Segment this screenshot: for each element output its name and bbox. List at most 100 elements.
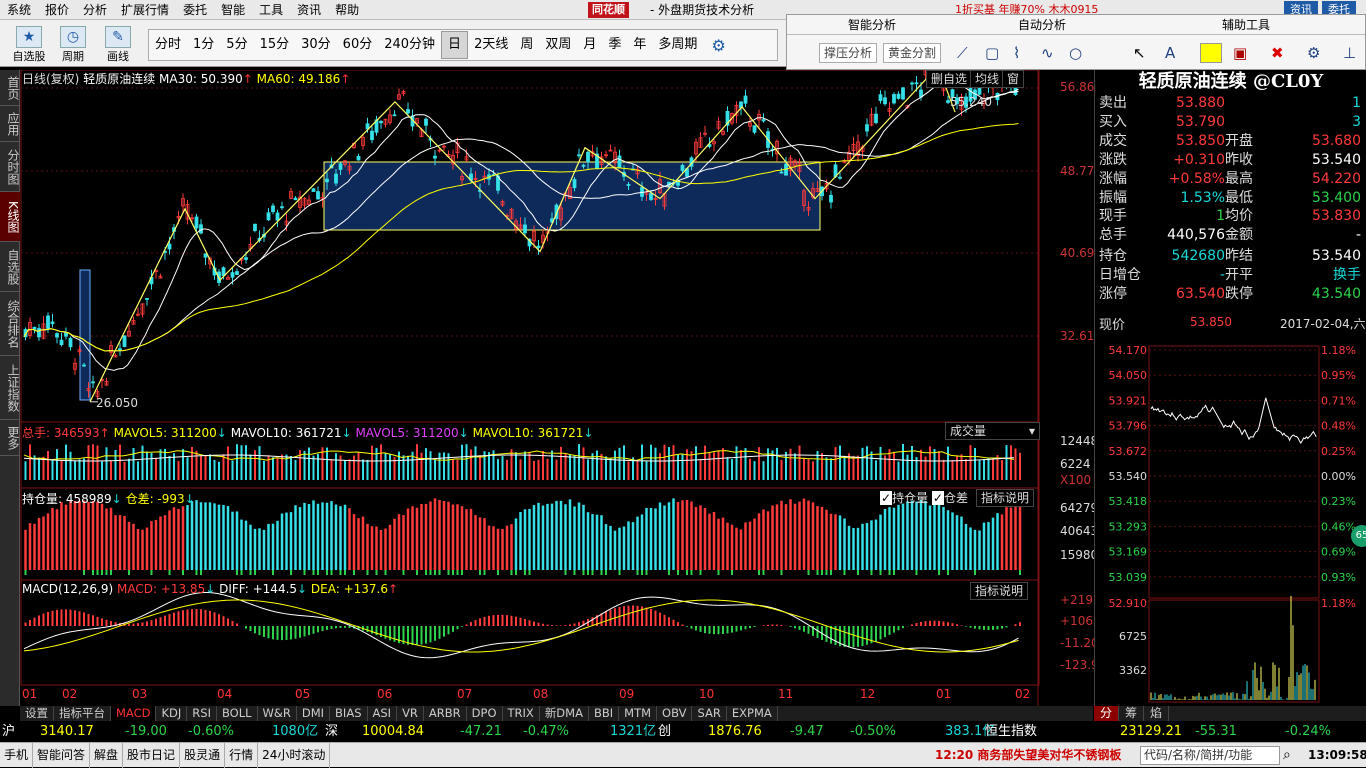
side-tab[interactable]: 首页 [0, 70, 20, 106]
period-tab[interactable]: 15分 [254, 30, 296, 60]
news-ticker[interactable]: 12:20 商务部失望美对华不锈钢板 [935, 743, 1121, 768]
indicator-tab[interactable]: RSI [187, 706, 217, 721]
period-tab[interactable]: 周 [514, 30, 539, 60]
candle-body [356, 156, 361, 161]
candle-body [829, 194, 833, 203]
indicator-tab[interactable]: EXPMA [727, 706, 778, 721]
indicator-tab[interactable]: MTM [619, 706, 658, 721]
oi-help-button[interactable]: 指标说明 [976, 489, 1035, 507]
indicator-tab[interactable]: 指标平台 [54, 706, 111, 721]
support-resistance-button[interactable]: 撑压分析 [819, 43, 878, 63]
menu-item[interactable]: 智能 [214, 0, 252, 20]
bottom-link[interactable]: 行情 [225, 743, 259, 768]
kline-chart[interactable] [20, 70, 1093, 706]
side-tab[interactable]: K线图 [0, 192, 20, 242]
menu-item[interactable]: 扩展行情 [114, 0, 176, 20]
period-button[interactable]: ◷ 周期 [52, 24, 94, 66]
indicator-tab[interactable]: DPO [467, 706, 503, 721]
bottom-link[interactable]: 股灵通 [180, 743, 226, 768]
intraday-chart[interactable]: 54.170 1.18% 54.050 0.95% 53.921 0.71% 53.796 0… [1095, 338, 1366, 704]
checkbox-icon[interactable]: ✓ [880, 491, 893, 505]
menu-item[interactable]: 分析 [76, 0, 114, 20]
indicator-tab[interactable]: VR [397, 706, 424, 721]
period-tab[interactable]: 240分钟 [378, 30, 441, 60]
cursor-icon[interactable]: ↖ [1133, 43, 1146, 63]
macd-help-button[interactable]: 指标说明 [970, 582, 1029, 600]
indicator-tab[interactable]: 设置 [20, 706, 54, 721]
bottom-link[interactable]: 解盘 [90, 743, 124, 768]
remove-watchlist-button[interactable]: 删自选 [926, 70, 973, 88]
menu-item[interactable]: 工具 [252, 0, 290, 20]
side-tab[interactable]: 分时图 [0, 142, 20, 192]
menu-item[interactable]: 帮助 [328, 0, 366, 20]
line-tool-icon[interactable]: ⟋ [957, 43, 968, 63]
period-tab[interactable]: 季 [602, 30, 627, 60]
side-tab[interactable]: 综合排名 [0, 292, 20, 356]
side-tab[interactable]: 上证指数 [0, 356, 20, 420]
menu-item[interactable]: 资讯 [290, 0, 328, 20]
period-tab[interactable]: 年 [627, 30, 652, 60]
side-tab[interactable]: 应用 [0, 106, 20, 142]
bottom-link[interactable]: 手机 [0, 743, 34, 768]
code-search-input[interactable]: 代码/名称/简拼/功能 [1140, 746, 1280, 765]
delete-icon[interactable]: ✖ [1271, 43, 1284, 63]
color-swatch[interactable] [1200, 43, 1222, 63]
quote-tab[interactable]: 筹 [1119, 706, 1145, 721]
candle-body [617, 155, 622, 169]
golden-section-button[interactable]: 黄金分割 [883, 43, 942, 63]
polyline-tool-icon[interactable]: ⌇ [1013, 43, 1020, 63]
mark-icon[interactable]: ▣ [1233, 43, 1247, 63]
period-tab[interactable]: 5分 [220, 30, 253, 60]
settings-icon[interactable]: ⚙ [1307, 43, 1320, 63]
menu-item[interactable]: 系统 [0, 0, 38, 20]
search-icon[interactable]: ⌕ [1283, 743, 1291, 768]
circle-tool-icon[interactable]: ○ [1069, 43, 1082, 63]
window-button[interactable]: 窗 [1002, 70, 1025, 88]
side-tab[interactable]: 更多 [0, 420, 20, 456]
indicator-tab[interactable]: BIAS [330, 706, 368, 721]
indicator-tab[interactable]: DMI [297, 706, 331, 721]
gear-icon[interactable]: ⚙ [703, 36, 725, 55]
indicator-tab[interactable]: 新DMA [540, 706, 589, 721]
period-tab[interactable]: 双周 [539, 30, 577, 60]
indicator-tab[interactable]: BOLL [217, 706, 258, 721]
period-tab[interactable]: 多周期 [652, 30, 703, 60]
period-tab[interactable]: 分时 [149, 30, 187, 60]
period-tab[interactable]: 1分 [187, 30, 220, 60]
period-tab[interactable]: 30分 [295, 30, 337, 60]
ma-button[interactable]: 均线 [970, 70, 1005, 88]
indicator-tab[interactable]: OBV [657, 706, 693, 721]
bottom-link[interactable]: 24小时滚动 [258, 743, 331, 768]
text-tool-icon[interactable]: A [1165, 43, 1175, 63]
indicator-tab[interactable]: BBI [589, 706, 620, 721]
float-badge[interactable]: 65 [1351, 525, 1366, 547]
indicator-tab[interactable]: TRIX [503, 706, 540, 721]
checkbox-icon[interactable]: ✓ [931, 491, 944, 505]
volume-indicator-select[interactable]: 成交量 ▾ [945, 422, 1040, 440]
period-tab[interactable]: 60分 [337, 30, 379, 60]
menu-item[interactable]: 委托 [176, 0, 214, 20]
period-tab[interactable]: 月 [577, 30, 602, 60]
bottom-link[interactable]: 智能问答 [33, 743, 91, 768]
indicator-tab[interactable]: ARBR [424, 706, 467, 721]
watchlist-button[interactable]: ★ 自选股 [8, 24, 50, 66]
wave-tool-icon[interactable]: ∿ [1041, 43, 1054, 63]
quote-value: +0.310 [1173, 151, 1225, 168]
indicator-tab[interactable]: MACD [111, 706, 157, 721]
rect-tool-icon[interactable]: ▢ [985, 43, 999, 63]
indicator-tab[interactable]: ASI [368, 706, 398, 721]
period-tab[interactable]: 日 [441, 31, 469, 59]
indicator-tab[interactable]: SAR [692, 706, 727, 721]
indicator-tab[interactable]: KDJ [156, 706, 188, 721]
indicator-tab[interactable]: W&R [258, 706, 297, 721]
quote-tab[interactable]: 分 [1094, 706, 1120, 721]
menu-item[interactable]: 报价 [38, 0, 76, 20]
quote-row: 现手 1 均价 53.830 [1095, 207, 1366, 225]
side-tab[interactable]: 自选股 [0, 242, 20, 292]
period-tab[interactable]: 2天线 [468, 30, 514, 60]
bottom-link[interactable]: 股市日记 [123, 743, 181, 768]
draw-button[interactable]: ✎ 画线 [97, 24, 139, 66]
pin-icon[interactable]: ⊥ [1343, 43, 1356, 63]
quote-tab[interactable]: 焰 [1144, 706, 1170, 721]
quote-label: 涨跌 [1099, 151, 1127, 168]
